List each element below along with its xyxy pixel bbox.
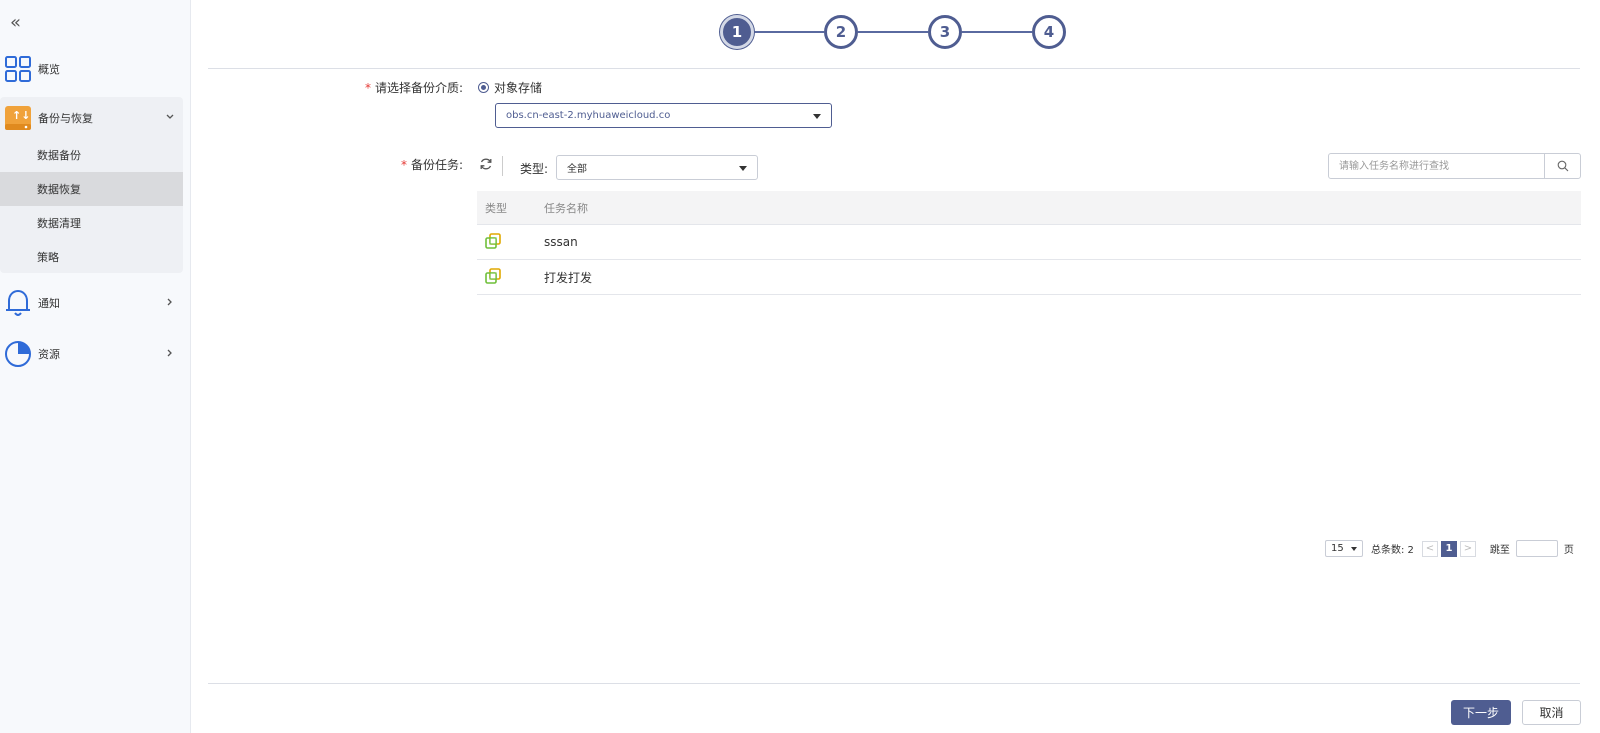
task-table: 类型 任务名称 sssan 打发打发 [477,191,1581,295]
next-step-button[interactable]: 下一步 [1451,700,1511,725]
sidebar-item-label: 备份与恢复 [38,112,93,125]
sidebar-subitem-label: 数据备份 [37,149,81,162]
caret-down-icon [739,165,747,171]
next-page-button[interactable]: > [1459,540,1476,557]
chevron-right-icon[interactable] [165,297,175,310]
sidebar-item-label: 概览 [38,63,60,76]
current-page-button[interactable]: 1 [1440,540,1457,557]
sidebar-item-backup-restore[interactable]: ↑↓ 备份与恢复 [0,103,183,133]
required-asterisk: * [364,81,371,95]
collapse-sidebar-icon[interactable]: « [10,12,21,33]
type-filter-value: 全部 [567,164,587,175]
wizard-steps: 1 2 3 4 [720,15,1070,51]
table-header: 类型 任务名称 [477,191,1581,225]
task-name-cell: 打发打发 [544,270,593,285]
page-size-value: 15 [1331,543,1344,554]
top-divider [208,68,1580,69]
pie-chart-icon [3,339,33,369]
sidebar-subitem-policy[interactable]: 策略 [0,240,183,274]
step-3: 3 [928,15,962,49]
toolbar-divider [502,156,503,176]
grid-icon [3,54,33,84]
sidebar-subitem-data-cleanup[interactable]: 数据清理 [0,206,183,240]
type-filter-label: 类型: [520,162,549,176]
type-filter-select[interactable]: 全部 [556,155,758,180]
sidebar-subitem-label: 数据清理 [37,217,81,230]
endpoint-select[interactable]: obs.cn-east-2.myhuaweicloud.co [495,103,832,128]
sidebar-subitem-data-restore[interactable]: 数据恢复 [0,172,183,206]
total-count: 总条数: 2 [1371,545,1414,556]
search-icon[interactable] [1544,154,1580,178]
vmware-task-icon [485,232,501,252]
backup-drive-icon: ↑↓ [3,103,33,133]
sidebar-item-label: 资源 [38,348,60,361]
medium-radio-object-storage[interactable]: 对象存储 [478,79,542,96]
task-search-box [1328,153,1581,179]
task-search-input[interactable] [1329,154,1544,178]
step-1: 1 [720,15,754,49]
refresh-icon[interactable] [479,157,493,175]
backup-medium-label: * 请选择备份介质: [364,81,463,95]
radio-checked-icon[interactable] [478,82,489,93]
page-size-select[interactable]: 15 [1325,540,1363,557]
page-suffix-label: 页 [1563,545,1574,556]
caret-down-icon [813,113,821,119]
jump-to-label: 跳至 [1489,545,1510,556]
cancel-button[interactable]: 取消 [1522,700,1581,725]
chevron-right-icon[interactable] [165,348,175,361]
pagination: 15 总条数: 2 < 1 > 跳至 页 [1325,540,1574,557]
step-connector [962,31,1032,33]
sidebar-subitem-label: 数据恢复 [37,183,81,196]
svg-text:↑↓: ↑↓ [12,109,30,122]
table-row[interactable]: 打发打发 [477,260,1581,295]
step-connector [754,31,824,33]
step-4: 4 [1032,15,1066,49]
sidebar-subitem-data-backup[interactable]: 数据备份 [0,138,183,172]
sidebar-subitem-label: 策略 [37,251,59,264]
sidebar-item-label: 通知 [38,297,60,310]
required-asterisk: * [400,158,407,172]
sidebar-item-overview[interactable]: 概览 [0,54,183,84]
bell-icon [3,288,33,318]
vmware-task-icon [485,267,501,287]
jump-page-input[interactable] [1515,540,1558,557]
step-2: 2 [824,15,858,49]
prev-page-button[interactable]: < [1421,540,1438,557]
table-row[interactable]: sssan [477,225,1581,260]
step-connector [858,31,928,33]
task-name-cell: sssan [544,235,578,249]
column-header-task-name: 任务名称 [544,201,588,215]
column-header-type: 类型 [485,201,507,215]
bottom-divider [208,683,1580,684]
backup-task-label: * 备份任务: [400,158,463,172]
sidebar-item-notification[interactable]: 通知 [0,288,183,318]
sidebar-item-resources[interactable]: 资源 [0,339,183,369]
endpoint-select-value: obs.cn-east-2.myhuaweicloud.co [506,110,671,121]
chevron-down-icon[interactable] [165,112,175,125]
radio-label: 对象存储 [494,81,543,95]
caret-down-icon [1351,546,1357,551]
sidebar: « 概览 ↑↓ 备份与恢复 数据备份 数据恢复 数据清理 策略 通知 资源 [0,0,191,733]
